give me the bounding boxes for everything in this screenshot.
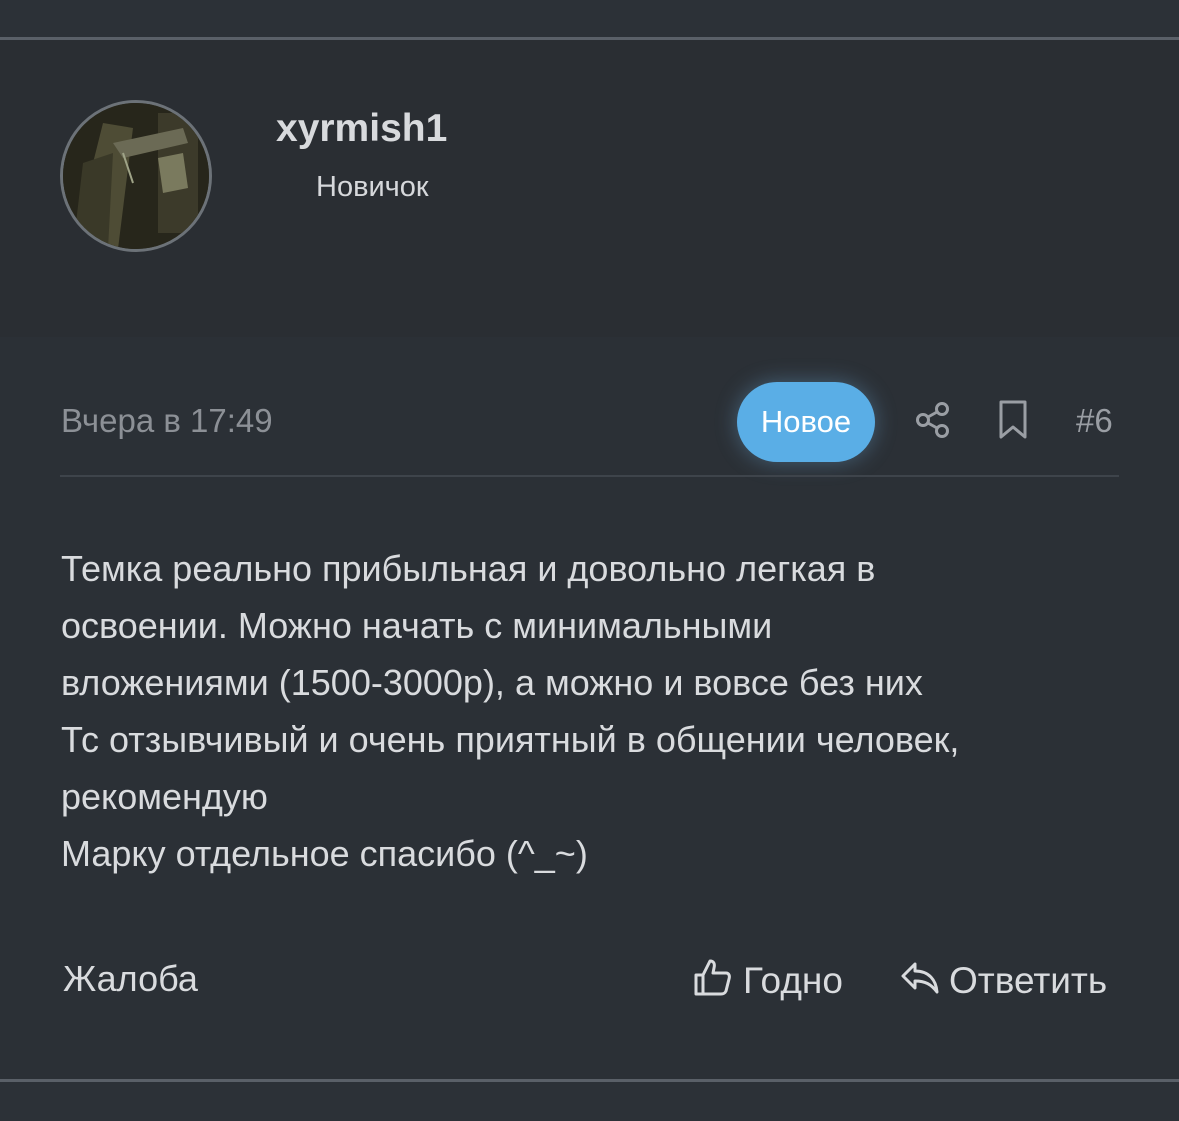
- new-badge: Новое: [737, 382, 875, 462]
- message-line: рекомендую: [61, 776, 268, 817]
- message-line: Темка реально прибыльная и довольно легк…: [61, 548, 876, 589]
- meta-divider: [60, 475, 1119, 477]
- message-line: освоении. Можно начать с минимальными: [61, 605, 773, 646]
- reply-button[interactable]: Ответить: [899, 958, 1107, 1004]
- message-line: Тс отзывчивый и очень приятный в общении…: [61, 719, 960, 760]
- username[interactable]: xyrmish1: [276, 107, 447, 151]
- top-strip: [0, 0, 1179, 38]
- share-icon[interactable]: [914, 400, 952, 440]
- thumbs-up-icon: [693, 957, 733, 1006]
- report-link[interactable]: Жалоба: [63, 958, 198, 1000]
- bookmark-icon[interactable]: [998, 400, 1028, 440]
- user-rank: Новичок: [316, 171, 429, 203]
- message-line: Марку отдельное спасибо (^_~): [61, 833, 588, 874]
- message-text: Темка реально прибыльная и довольно легк…: [61, 540, 1141, 882]
- like-label: Годно: [743, 960, 843, 1001]
- message-line: вложениями (1500-3000р), а можно и вовсе…: [61, 662, 923, 703]
- reply-label: Ответить: [949, 960, 1108, 1001]
- reply-arrow-icon: [899, 957, 941, 1006]
- like-button[interactable]: Годно: [693, 958, 843, 1004]
- bottom-strip: [0, 1082, 1179, 1121]
- post-number[interactable]: #6: [1076, 402, 1113, 440]
- avatar[interactable]: [60, 100, 212, 252]
- post-date[interactable]: Вчера в 17:49: [61, 402, 273, 440]
